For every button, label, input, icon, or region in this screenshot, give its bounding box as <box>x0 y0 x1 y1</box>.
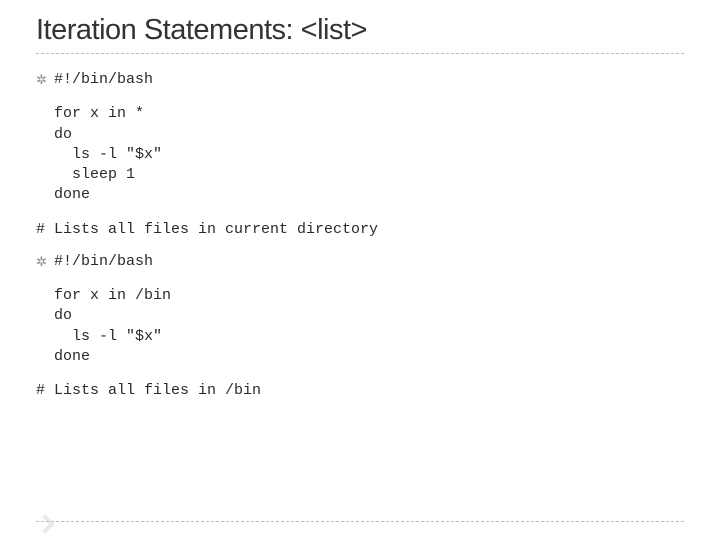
list-item: ✲ #!/bin/bash <box>36 70 684 90</box>
list-item: ✲ #!/bin/bash <box>36 252 684 272</box>
shebang-line: #!/bin/bash <box>54 252 153 272</box>
title-divider <box>36 53 684 54</box>
bullet-icon: ✲ <box>36 252 54 271</box>
shebang-line: #!/bin/bash <box>54 70 153 90</box>
comment-line: Lists all files in current directory <box>54 220 378 240</box>
page-title: Iteration Statements: <list> <box>36 14 684 47</box>
hash-bullet: # <box>36 220 54 240</box>
content-body: ✲ #!/bin/bash for x in * do ls -l "$x" s… <box>36 70 684 401</box>
code-block: for x in * do ls -l "$x" sleep 1 done <box>54 104 684 205</box>
code-block: for x in /bin do ls -l "$x" done <box>54 286 684 367</box>
slide: Iteration Statements: <list> ✲ #!/bin/ba… <box>0 0 720 401</box>
comment-line: Lists all files in /bin <box>54 381 261 401</box>
list-item: # Lists all files in current directory <box>36 220 684 240</box>
footer-divider <box>36 521 684 522</box>
bullet-icon: ✲ <box>36 70 54 89</box>
next-arrow-icon <box>35 514 55 534</box>
hash-bullet: # <box>36 381 54 401</box>
list-item: # Lists all files in /bin <box>36 381 684 401</box>
